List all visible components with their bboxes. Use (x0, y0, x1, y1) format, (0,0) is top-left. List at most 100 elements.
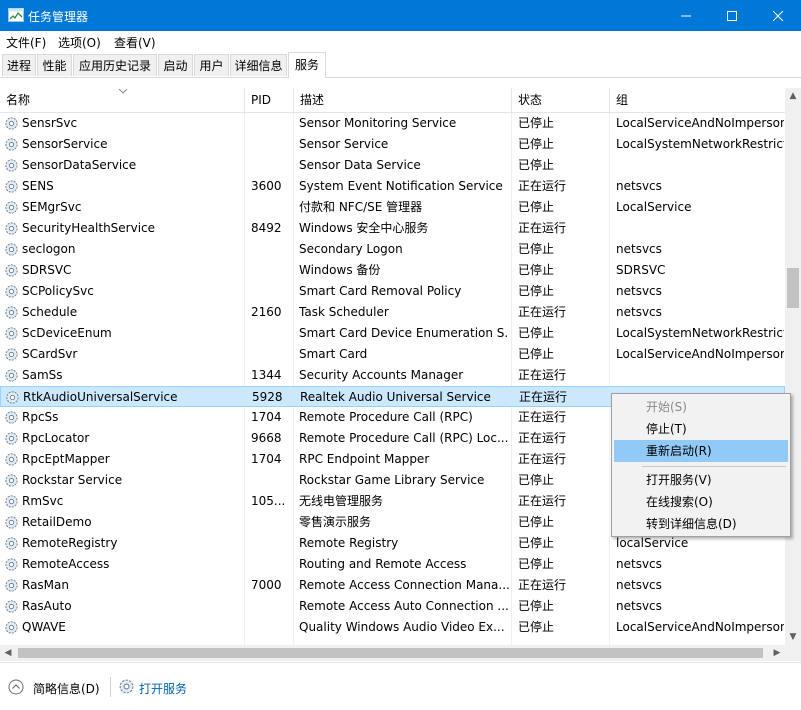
table-row[interactable]: RemoteAccess Routing and Remote Access 已停止… (0, 554, 785, 575)
service-gear-icon (5, 306, 18, 319)
services-list: 名称 PID 描述 状态 组 SensrSvc Sensor Monitoring… (0, 88, 785, 645)
table-row[interactable]: SEMgrSvc 付款和 NFC/SE 管理器 已停止 LocalService (0, 197, 785, 218)
tab-startup[interactable]: 启动 (158, 54, 193, 76)
service-status: 正在运行 (518, 368, 567, 382)
task-manager-icon (8, 8, 24, 22)
table-row[interactable]: SensrSvc Sensor Monitoring Service 已停止 Loca… (0, 113, 785, 134)
service-group: netsvcs (616, 242, 662, 256)
column-header-status[interactable]: 状态 (512, 88, 610, 112)
scroll-left-icon[interactable]: ◀ (0, 645, 16, 661)
footer: 简略信息(D) 打开服务 (0, 662, 801, 710)
vertical-scroll-thumb[interactable] (787, 268, 799, 308)
service-pid (251, 617, 293, 638)
service-group: SDRSVC (616, 263, 666, 277)
service-name: ScDeviceEnum (22, 326, 112, 340)
menu-view[interactable]: 查看(V) (114, 34, 156, 51)
menu-item-open-services[interactable]: 打开服务(V) (614, 469, 788, 491)
service-pid: 1344 (251, 368, 282, 382)
service-name: RemoteAccess (22, 557, 110, 571)
service-pid (251, 533, 293, 554)
scroll-up-icon[interactable]: ▲ (785, 88, 801, 104)
table-row[interactable]: Schedule 2160 Task Scheduler 正在运行 netsvcs (0, 302, 785, 323)
table-row[interactable]: SecurityHealthService 8492 Windows 安全中心服务 正… (0, 218, 785, 239)
horizontal-scrollbar[interactable]: ◀ ▶ (0, 645, 785, 661)
service-name: SDRSVC (22, 263, 72, 277)
scroll-down-icon[interactable]: ▼ (785, 629, 801, 645)
fewer-details-link[interactable]: 简略信息(D) (33, 680, 100, 697)
table-row[interactable]: SENS 3600 System Event Notification Servic… (0, 176, 785, 197)
table-row[interactable]: ScDeviceEnum Smart Card Device Enumeratio… (0, 323, 785, 344)
service-description: Remote Access Connection Mana... (299, 578, 509, 592)
tab-users[interactable]: 用户 (194, 54, 229, 76)
maximize-button[interactable] (709, 0, 755, 31)
service-pid: 1704 (251, 452, 282, 466)
column-header-pid[interactable]: PID (245, 88, 294, 112)
horizontal-scroll-thumb[interactable] (18, 648, 763, 658)
service-group: netsvcs (616, 557, 662, 571)
table-row[interactable]: SamSs 1344 Security Accounts Manager 正在运行 (0, 365, 785, 386)
table-row[interactable]: SCPolicySvc Smart Card Removal Policy 已停止 n… (0, 281, 785, 302)
service-status: 正在运行 (519, 390, 568, 404)
menu-item-start[interactable]: 开始(S) (614, 396, 788, 418)
maximize-icon (727, 10, 737, 21)
service-pid: 1704 (251, 410, 282, 424)
column-header-description[interactable]: 描述 (294, 88, 512, 112)
service-group: LocalSystemNetworkRestricte (616, 326, 784, 340)
column-header-group[interactable]: 组 (610, 88, 785, 112)
service-description: RPC Endpoint Mapper (299, 452, 430, 466)
service-name: RpcEptMapper (22, 452, 110, 466)
table-row[interactable]: SensorDataService Sensor Data Service 已停止 (0, 155, 785, 176)
minimize-button[interactable] (663, 0, 709, 31)
tab-processes[interactable]: 进程 (2, 54, 36, 76)
service-pid (251, 470, 293, 491)
service-description: 无线电管理服务 (299, 494, 384, 508)
service-status: 已停止 (518, 473, 555, 487)
service-group: netsvcs (616, 284, 662, 298)
vertical-scrollbar[interactable]: ▲ ▼ (785, 88, 801, 645)
service-status: 已停止 (518, 158, 555, 172)
table-row[interactable]: seclogon Secondary Logon 已停止 netsvcs (0, 239, 785, 260)
table-row[interactable]: SensorService Sensor Service 已停止 LocalSyste… (0, 134, 785, 155)
menu-item-restart[interactable]: 重新启动(R) (614, 440, 788, 462)
service-name: SensorDataService (22, 158, 137, 172)
service-context-menu: 开始(S) 停止(T) 重新启动(R) 打开服务(V) 在线搜索(O) 转到详细… (611, 393, 791, 537)
service-status: 已停止 (518, 620, 555, 634)
service-description: Secondary Logon (299, 242, 403, 256)
service-status: 正在运行 (518, 494, 567, 508)
service-description: Remote Registry (299, 536, 399, 550)
service-description: Remote Access Auto Connection ... (299, 599, 509, 613)
table-row[interactable]: SCardSvr Smart Card 已停止 LocalServiceAndNoIm… (0, 344, 785, 365)
collapse-chevron-icon[interactable] (8, 679, 24, 695)
service-gear-icon (5, 348, 18, 361)
open-services-link[interactable]: 打开服务 (139, 680, 187, 697)
tab-performance[interactable]: 性能 (37, 54, 72, 76)
tab-details[interactable]: 详细信息 (230, 54, 287, 76)
tab-bar: 进程 性能 应用历史记录 启动 用户 详细信息 服务 (0, 51, 801, 78)
service-name: RpcLocator (22, 431, 90, 445)
menu-file[interactable]: 文件(F) (6, 34, 46, 51)
service-group: LocalSystemNetworkRestricte (616, 137, 784, 151)
menu-item-stop[interactable]: 停止(T) (614, 418, 788, 440)
tab-app-history[interactable]: 应用历史记录 (73, 54, 157, 76)
table-row[interactable]: SDRSVC Windows 备份 已停止 SDRSVC (0, 260, 785, 281)
service-description: 零售演示服务 (299, 515, 372, 529)
scrollbar-corner (785, 645, 801, 661)
table-row[interactable]: RasAuto Remote Access Auto Connection ...… (0, 596, 785, 617)
service-description: Smart Card Device Enumeration S... (299, 326, 509, 340)
tab-services[interactable]: 服务 (288, 52, 326, 78)
table-row[interactable]: RasMan 7000 Remote Access Connection Mana.… (0, 575, 785, 596)
service-status: 已停止 (518, 200, 555, 214)
menu-item-go-to-details[interactable]: 转到详细信息(D) (614, 513, 788, 535)
menu-item-search-online[interactable]: 在线搜索(O) (614, 491, 788, 513)
service-gear-icon (5, 222, 18, 235)
service-name: RemoteRegistry (22, 536, 118, 550)
menu-options[interactable]: 选项(O) (58, 34, 101, 51)
service-pid (251, 554, 293, 575)
services-gear-icon (119, 679, 134, 694)
service-gear-icon (5, 369, 18, 382)
service-group: LocalServiceAndNoImperson (616, 620, 784, 634)
close-button[interactable] (755, 0, 801, 31)
scroll-right-icon[interactable]: ▶ (769, 645, 785, 661)
service-description: Task Scheduler (299, 305, 389, 319)
table-row[interactable]: QWAVE Quality Windows Audio Video Ex... 已停… (0, 617, 785, 638)
